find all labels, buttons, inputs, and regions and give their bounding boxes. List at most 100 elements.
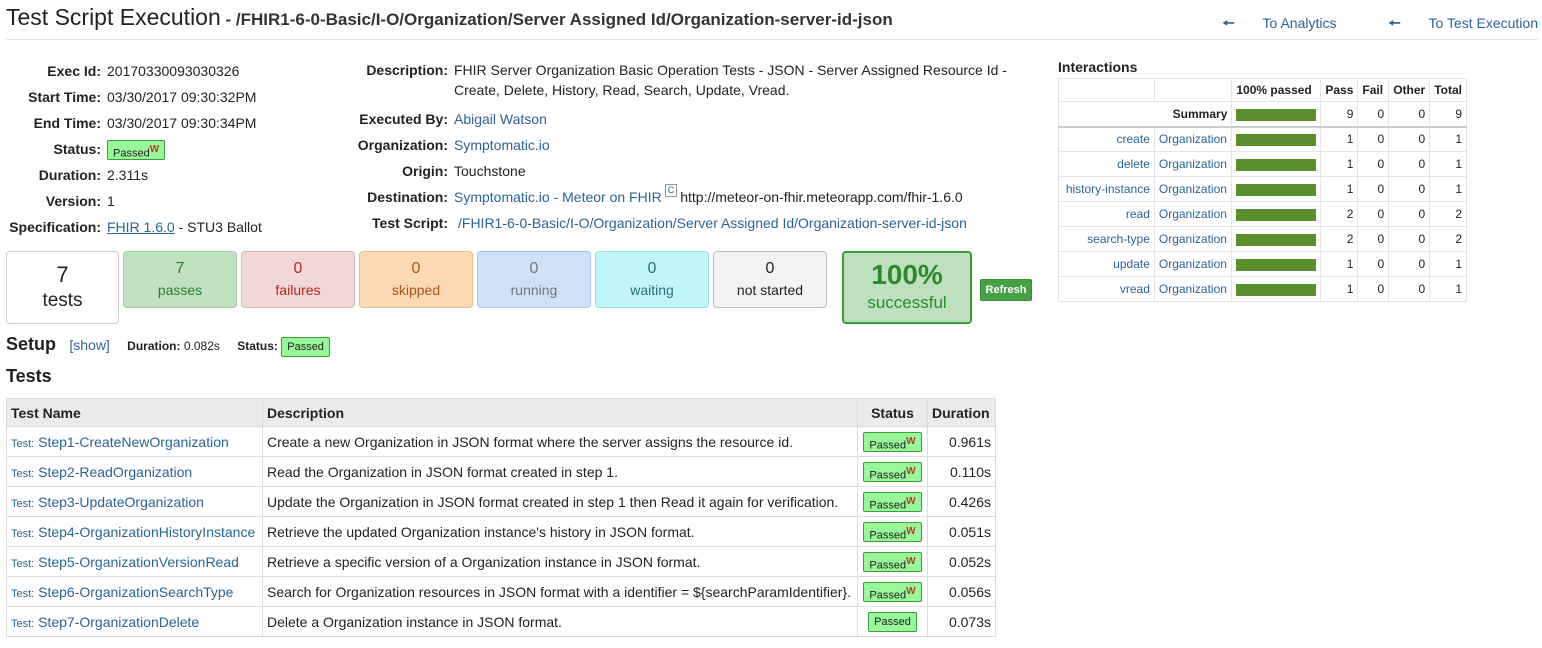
table-row: search-type Organization 2 0 0 2 [1058,226,1467,252]
destination-link[interactable]: Symptomatic.io - Meteor on FHIR [454,189,662,205]
running-counter[interactable]: 0 running [477,251,591,308]
test-script-link[interactable]: /FHIR1-6-0-Basic/I-O/Organization/Server… [458,215,967,231]
refresh-button[interactable]: Refresh [980,279,1032,301]
test-duration-cell: 0.426s [927,486,996,517]
status-badge-text: Passed [869,499,907,512]
interaction-total: 1 [1429,251,1467,277]
interaction-operation-link[interactable]: delete [1058,151,1155,177]
tests-table-header: Test Name Description Status Duration [6,398,996,427]
test-name-cell: Test: Step1-CreateNewOrganization [6,426,263,457]
conformance-icon[interactable]: C [664,184,678,197]
to-test-execution-link[interactable]: 🠔 To Test Execution [1364,15,1538,31]
specification-row: Specification: FHIR 1.6.0 - STU3 Ballot [6,214,262,240]
test-status-cell: PassedW [857,456,928,487]
interaction-operation-link[interactable]: vread [1058,276,1155,302]
page-title-text: Test Script Execution [6,4,221,30]
test-name-link[interactable]: Step1-CreateNewOrganization [38,434,229,450]
interaction-fail: 0 [1357,126,1390,152]
interaction-resource-link[interactable]: Organization [1153,251,1233,277]
interaction-operation-link[interactable]: read [1058,201,1155,227]
test-name-link[interactable]: Step6-OrganizationSearchType [38,584,233,600]
col-resource [1153,78,1233,102]
interaction-resource-link[interactable]: Organization [1153,226,1233,252]
executed-by-link[interactable]: Abigail Watson [454,111,547,127]
passed-bar [1236,283,1317,296]
warning-mark: W [906,555,916,567]
test-duration-cell: 0.110s [927,456,996,487]
specification-link[interactable]: FHIR 1.6.0 [107,219,175,235]
to-analytics-link[interactable]: 🠔 To Analytics [1198,15,1336,31]
test-description-cell: Retrieve the updated Organization instan… [262,516,858,547]
failures-counter[interactable]: 0 failures [241,251,355,308]
interaction-operation-link[interactable]: create [1058,126,1155,152]
status-badge-text: Passed [113,147,150,160]
end-time-label: End Time: [33,115,101,131]
test-prefix: Test: [11,437,35,450]
setup-duration-value: 0.082s [183,339,220,353]
interaction-total: 1 [1429,276,1467,302]
test-name-link[interactable]: Step4-OrganizationHistoryInstance [38,524,255,540]
interaction-operation-link[interactable]: search-type [1058,226,1155,252]
destination-row: Destination: Symptomatic.io - Meteor on F… [340,184,1030,210]
not-started-counter[interactable]: 0 not started [713,251,827,308]
passed-bar [1236,108,1317,121]
arrow-left-icon: 🠔 [1388,15,1401,31]
success-caption: successful [867,293,947,312]
interaction-operation-link[interactable]: history-instance [1058,176,1155,202]
test-prefix: Test: [11,617,35,630]
interaction-total: 2 [1429,226,1467,252]
test-name-link[interactable]: Step7-OrganizationDelete [38,614,199,630]
interaction-resource-link[interactable]: Organization [1153,276,1233,302]
interaction-resource-link[interactable]: Organization [1153,176,1233,202]
table-row: Test: Step2-ReadOrganization Read the Org… [6,456,996,487]
interaction-pass: 1 [1320,126,1359,152]
organization-label: Organization: [357,137,448,153]
skipped-counter[interactable]: 0 skipped [359,251,473,308]
test-name-cell: Test: Step5-OrganizationVersionRead [6,546,263,577]
execution-info-middle: Description: FHIR Server Organization Bas… [340,58,1030,236]
interaction-resource-link[interactable]: Organization [1153,201,1233,227]
test-name-link[interactable]: Step5-OrganizationVersionRead [38,554,239,570]
warning-mark: W [906,495,916,507]
duration-value: 2.311s [107,167,148,183]
test-name-cell: Test: Step4-OrganizationHistoryInstance [6,516,263,547]
test-name-cell: Test: Step7-OrganizationDelete [6,606,263,637]
interaction-other: 0 [1388,251,1431,277]
test-description-cell: Delete a Organization instance in JSON f… [262,606,858,637]
status-badge-text: Passed [869,559,907,572]
test-name-link[interactable]: Step2-ReadOrganization [38,464,192,480]
test-description-cell: Read the Organization in JSON format cre… [262,456,858,487]
warning-mark: W [906,465,916,477]
interaction-resource-link[interactable]: Organization [1153,126,1233,152]
passed-bar-cell [1231,176,1322,202]
end-time-value: 03/30/2017 09:30:34PM [107,115,257,131]
interaction-other: 0 [1388,226,1431,252]
test-name-cell: Test: Step6-OrganizationSearchType [6,576,263,607]
test-status-cell: PassedW [857,426,928,457]
warning-mark: W [149,144,160,156]
interactions-heading: Interactions [1058,59,1138,75]
passed-bar [1236,208,1317,221]
test-script-row: Test Script: /FHIR1-6-0-Basic/I-O/Organiz… [340,210,1030,236]
interaction-operation-link[interactable]: update [1058,251,1155,277]
test-duration-cell: 0.073s [927,606,996,637]
interaction-fail: 0 [1357,251,1390,277]
specification-suffix: - STU3 Ballot [174,219,262,235]
col-status: Status [857,398,928,427]
status-label: Status: [53,141,101,157]
waiting-counter[interactable]: 0 waiting [595,251,709,308]
executed-by-row: Executed By: Abigail Watson [340,106,1030,132]
status-badge: PassedW [863,521,922,542]
interactions-table-header: 100% passed Pass Fail Other Total [1058,78,1467,102]
table-row: vread Organization 1 0 0 1 [1058,276,1467,302]
organization-link[interactable]: Symptomatic.io [454,137,550,153]
passes-counter[interactable]: 7 passes [123,251,237,308]
interaction-resource-link[interactable]: Organization [1153,151,1233,177]
interaction-fail: 0 [1357,276,1390,302]
interactions-table: 100% passed Pass Fail Other Total Summar… [1057,78,1467,302]
table-row: Test: Step7-OrganizationDelete Delete a O… [6,606,996,637]
origin-label: Origin: [402,163,448,179]
setup-show-toggle[interactable]: [show] [69,337,109,353]
passed-bar-cell [1231,276,1322,302]
test-name-link[interactable]: Step3-UpdateOrganization [38,494,204,510]
